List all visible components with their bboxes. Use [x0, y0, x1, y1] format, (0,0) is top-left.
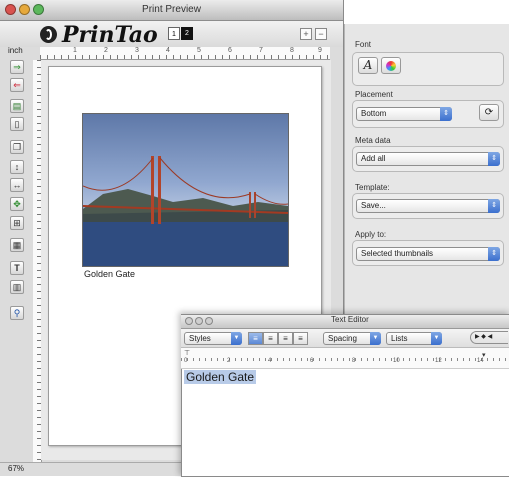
- apply-to-label: Apply to:: [355, 230, 387, 239]
- align-left-button[interactable]: ≡: [248, 332, 263, 345]
- ruler-unit-label: inch: [8, 46, 23, 55]
- ruler-number: 8: [352, 358, 356, 364]
- refresh-button[interactable]: ⟳: [479, 104, 499, 121]
- window-title: Print Preview: [142, 4, 201, 15]
- font-color-button[interactable]: [381, 57, 401, 74]
- color-wheel-icon: [386, 61, 396, 71]
- meta-data-label: Meta data: [355, 136, 391, 145]
- apply-to-value: Selected thumbnails: [361, 249, 434, 258]
- app-logo-text: PrinTao: [62, 22, 158, 48]
- ruler-number: 10: [393, 358, 400, 364]
- template-label: Template:: [355, 183, 390, 192]
- magnifier-icon[interactable]: ⚲: [10, 306, 24, 320]
- move-left-icon[interactable]: ⇐: [10, 78, 24, 92]
- ruler-number: 5: [197, 47, 201, 54]
- ruler-number: 7: [259, 47, 263, 54]
- right-margin-marker-icon[interactable]: ▾: [482, 351, 486, 359]
- chevron-updown-icon: ⇕: [488, 152, 500, 166]
- printao-logo-icon: [40, 26, 57, 43]
- styles-label: Styles: [189, 334, 211, 343]
- tab-stop-icon[interactable]: ⊤: [184, 349, 190, 357]
- align-horizontal-icon[interactable]: ↔: [10, 178, 24, 192]
- print-preview-titlebar[interactable]: Print Preview: [0, 0, 343, 21]
- add-page-icon[interactable]: ▤: [10, 99, 24, 113]
- zoom-level[interactable]: 67%: [8, 464, 24, 473]
- spacing-select[interactable]: Spacing ▼: [323, 332, 381, 345]
- font-style-button[interactable]: A: [358, 57, 378, 74]
- photo-caption[interactable]: Golden Gate: [84, 269, 135, 279]
- lists-select[interactable]: Lists ▼: [386, 332, 442, 345]
- horizontal-ruler: [40, 47, 330, 60]
- chevron-updown-icon: ⇕: [440, 107, 452, 121]
- chevron-updown-icon: ⇕: [488, 247, 500, 261]
- ruler-number: 6: [228, 47, 232, 54]
- styles-select[interactable]: Styles ▼: [184, 332, 242, 345]
- editor-text-selection[interactable]: Golden Gate: [184, 370, 257, 384]
- text-editor-title: Text Editor: [331, 315, 369, 324]
- copy-icon[interactable]: ❐: [10, 140, 24, 154]
- page-1-button[interactable]: 1: [168, 27, 180, 40]
- chevron-updown-icon: ⇕: [488, 199, 500, 213]
- lists-label: Lists: [391, 334, 408, 343]
- ruler-number: 4: [268, 358, 272, 364]
- ruler-number: 8: [290, 47, 294, 54]
- align-center-button[interactable]: ≡: [263, 332, 278, 345]
- chevron-down-icon: ▼: [231, 332, 242, 345]
- align-justify-button[interactable]: ≡: [293, 332, 308, 345]
- template-select[interactable]: Save... ⇕: [356, 199, 500, 213]
- placement-select[interactable]: Bottom ⇕: [356, 107, 452, 121]
- placement-label: Placement: [355, 90, 393, 99]
- chevron-down-icon: ▼: [370, 332, 381, 345]
- ruler-number: 1: [73, 47, 77, 54]
- meta-data-select[interactable]: Add all ⇕: [356, 152, 500, 166]
- ruler-number: 4: [166, 47, 170, 54]
- close-button[interactable]: [185, 317, 193, 325]
- ruler-number: 9: [318, 47, 322, 54]
- golden-gate-photo[interactable]: [82, 113, 289, 267]
- center-icon[interactable]: ✥: [10, 197, 24, 211]
- fit-page-icon[interactable]: ⊞: [10, 216, 24, 230]
- zoom-out-button[interactable]: −: [315, 28, 327, 40]
- table-icon[interactable]: ▥: [10, 280, 24, 294]
- align-right-button[interactable]: ≡: [278, 332, 293, 345]
- zoom-in-button[interactable]: +: [300, 28, 312, 40]
- ruler-number: 12: [435, 358, 442, 364]
- ruler-number: 2: [104, 47, 108, 54]
- move-right-icon[interactable]: ⇒: [10, 60, 24, 74]
- grid-icon[interactable]: ▦: [10, 238, 24, 252]
- ruler-number: 3: [135, 47, 139, 54]
- template-value: Save...: [361, 201, 386, 210]
- align-vertical-icon[interactable]: ↕: [10, 160, 24, 174]
- document-icon[interactable]: ▯: [10, 117, 24, 131]
- text-tool-icon[interactable]: T: [10, 261, 24, 275]
- meta-data-value: Add all: [361, 154, 386, 163]
- placement-value: Bottom: [361, 109, 387, 118]
- text-editor-titlebar[interactable]: Text Editor: [181, 315, 509, 329]
- font-label: Font: [355, 40, 372, 49]
- ruler-number: 2: [227, 358, 231, 364]
- page-2-button[interactable]: 2: [181, 27, 193, 40]
- minimize-button[interactable]: [195, 317, 203, 325]
- spacing-label: Spacing: [328, 334, 357, 343]
- chevron-down-icon: ▼: [431, 332, 442, 345]
- apply-to-select[interactable]: Selected thumbnails ⇕: [356, 247, 500, 261]
- ruler-number: 0: [184, 358, 188, 364]
- toolbar-overflow-icon[interactable]: ▶ ◆ ◀: [470, 331, 508, 344]
- ruler-number: 6: [310, 358, 314, 364]
- zoom-window-button[interactable]: [205, 317, 213, 325]
